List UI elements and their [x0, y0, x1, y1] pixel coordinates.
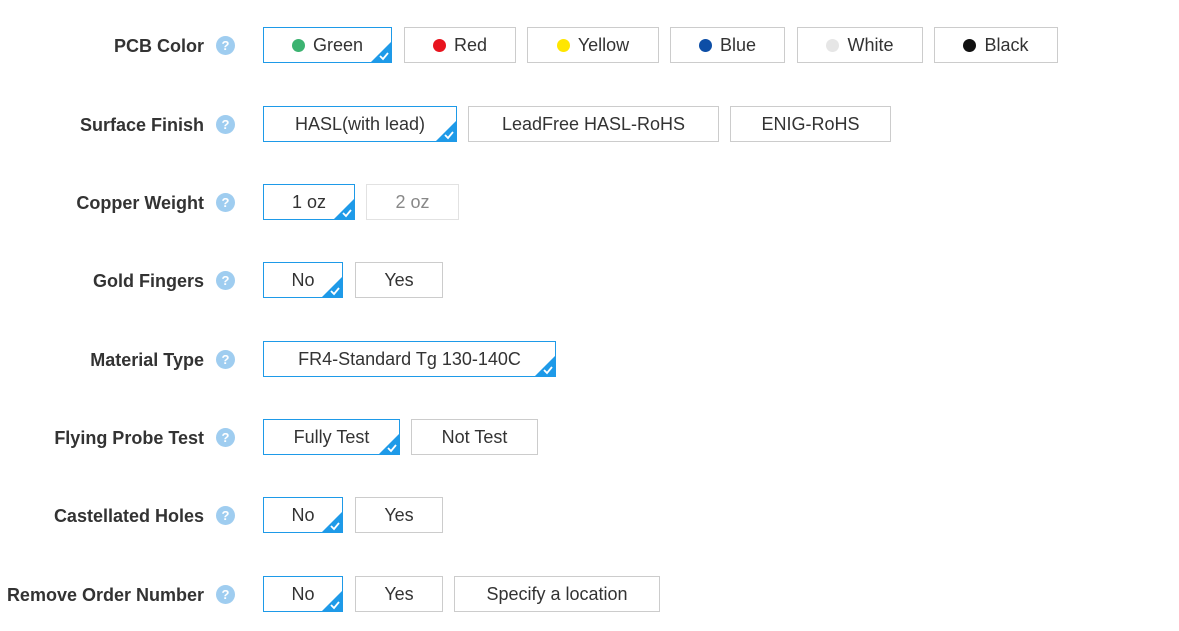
remove-order-number-option-no[interactable]: No	[263, 576, 343, 612]
surface-finish-label: Surface Finish	[79, 115, 204, 135]
option-label: HASL(with lead)	[294, 113, 426, 134]
surface-finish-option-hasl-with-lead[interactable]: HASL(with lead)	[263, 106, 457, 142]
surface-finish-option-leadfree-hasl-rohs[interactable]: LeadFree HASL-RoHS	[468, 106, 719, 142]
selected-check-icon	[436, 121, 456, 141]
help-icon[interactable]: ?	[216, 36, 235, 55]
color-swatch-icon	[291, 38, 305, 52]
gold-fingers-row: Gold Fingers? No Yes	[0, 262, 1179, 302]
copper-weight-row: Copper Weight? 1 oz 2 oz	[0, 184, 1179, 224]
option-label: No	[291, 504, 315, 525]
color-swatch-icon	[432, 38, 446, 52]
option-label: Yes	[384, 583, 414, 604]
selected-check-icon	[322, 277, 342, 297]
color-swatch-icon	[698, 38, 712, 52]
surface-finish-row: Surface Finish? HASL(with lead) LeadFree H…	[0, 106, 1179, 146]
option-label: Yes	[384, 504, 414, 525]
flying-probe-test-option-fully-test[interactable]: Fully Test	[263, 419, 400, 455]
option-label: Blue	[719, 34, 757, 55]
remove-order-number-label: Remove Order Number	[6, 585, 204, 605]
help-icon[interactable]: ?	[216, 350, 235, 369]
option-label: ENIG-RoHS	[761, 113, 860, 134]
help-icon[interactable]: ?	[216, 428, 235, 447]
option-label: Red	[453, 34, 488, 55]
option-label: Yes	[384, 269, 414, 290]
help-icon[interactable]: ?	[216, 585, 235, 604]
color-swatch-icon	[556, 38, 570, 52]
copper-weight-option-1-oz[interactable]: 1 oz	[263, 184, 355, 220]
flying-probe-test-option-not-test[interactable]: Not Test	[411, 419, 538, 455]
color-swatch-icon	[826, 38, 840, 52]
help-icon[interactable]: ?	[216, 271, 235, 290]
help-icon[interactable]: ?	[216, 506, 235, 525]
gold-fingers-label: Gold Fingers	[92, 271, 204, 291]
option-label: Yellow	[577, 34, 630, 55]
castellated-holes-option-yes[interactable]: Yes	[355, 497, 443, 533]
option-label: FR4-Standard Tg 130-140C	[298, 348, 521, 369]
flying-probe-test-label: Flying Probe Test	[54, 428, 204, 448]
option-label: 2 oz	[395, 191, 430, 212]
flying-probe-test-row: Flying Probe Test? Fully Test Not Test	[0, 419, 1179, 459]
selected-check-icon	[371, 42, 391, 62]
pcb-color-option-green[interactable]: Green	[263, 27, 392, 63]
remove-order-number-option-yes[interactable]: Yes	[355, 576, 443, 612]
copper-weight-label: Copper Weight	[76, 193, 204, 213]
option-label: No	[291, 269, 315, 290]
help-icon[interactable]: ?	[216, 193, 235, 212]
pcb-color-option-blue[interactable]: Blue	[670, 27, 785, 63]
selected-check-icon	[322, 512, 342, 532]
option-label: Not Test	[441, 426, 508, 447]
option-label: Green	[312, 34, 364, 55]
option-label: Specify a location	[486, 583, 628, 604]
option-label: Black	[984, 34, 1029, 55]
material-type-row: Material Type? FR4-Standard Tg 130-140C	[0, 341, 1179, 381]
gold-fingers-option-yes[interactable]: Yes	[355, 262, 443, 298]
pcb-color-option-yellow[interactable]: Yellow	[527, 27, 659, 63]
pcb-color-option-red[interactable]: Red	[404, 27, 516, 63]
remove-order-number-row: Remove Order Number? No Yes Specify a locat…	[0, 576, 1179, 616]
option-label: No	[291, 583, 315, 604]
pcb-color-option-white[interactable]: White	[797, 27, 923, 63]
selected-check-icon	[535, 356, 555, 376]
gold-fingers-option-no[interactable]: No	[263, 262, 343, 298]
selected-check-icon	[379, 434, 399, 454]
castellated-holes-option-no[interactable]: No	[263, 497, 343, 533]
option-label: Fully Test	[293, 426, 370, 447]
remove-order-number-option-specify-a-location[interactable]: Specify a location	[454, 576, 660, 612]
material-type-label: Material Type	[90, 350, 204, 370]
selected-check-icon	[334, 199, 354, 219]
castellated-holes-row: Castellated Holes? No Yes	[0, 497, 1179, 537]
option-label: 1 oz	[291, 191, 327, 212]
option-label: White	[847, 34, 894, 55]
color-swatch-icon	[963, 38, 977, 52]
copper-weight-option-2-oz[interactable]: 2 oz	[366, 184, 459, 220]
help-icon[interactable]: ?	[216, 115, 235, 134]
option-label: LeadFree HASL-RoHS	[501, 113, 686, 134]
castellated-holes-label: Castellated Holes	[53, 506, 204, 526]
material-type-option-fr4-standard-tg-130-140c[interactable]: FR4-Standard Tg 130-140C	[263, 341, 556, 377]
selected-check-icon	[322, 591, 342, 611]
pcb-color-label: PCB Color	[114, 36, 204, 56]
pcb-color-row: PCB Color? Green Red Yellow Blue White Black	[0, 27, 1179, 67]
surface-finish-option-enig-rohs[interactable]: ENIG-RoHS	[730, 106, 891, 142]
pcb-color-option-black[interactable]: Black	[934, 27, 1058, 63]
